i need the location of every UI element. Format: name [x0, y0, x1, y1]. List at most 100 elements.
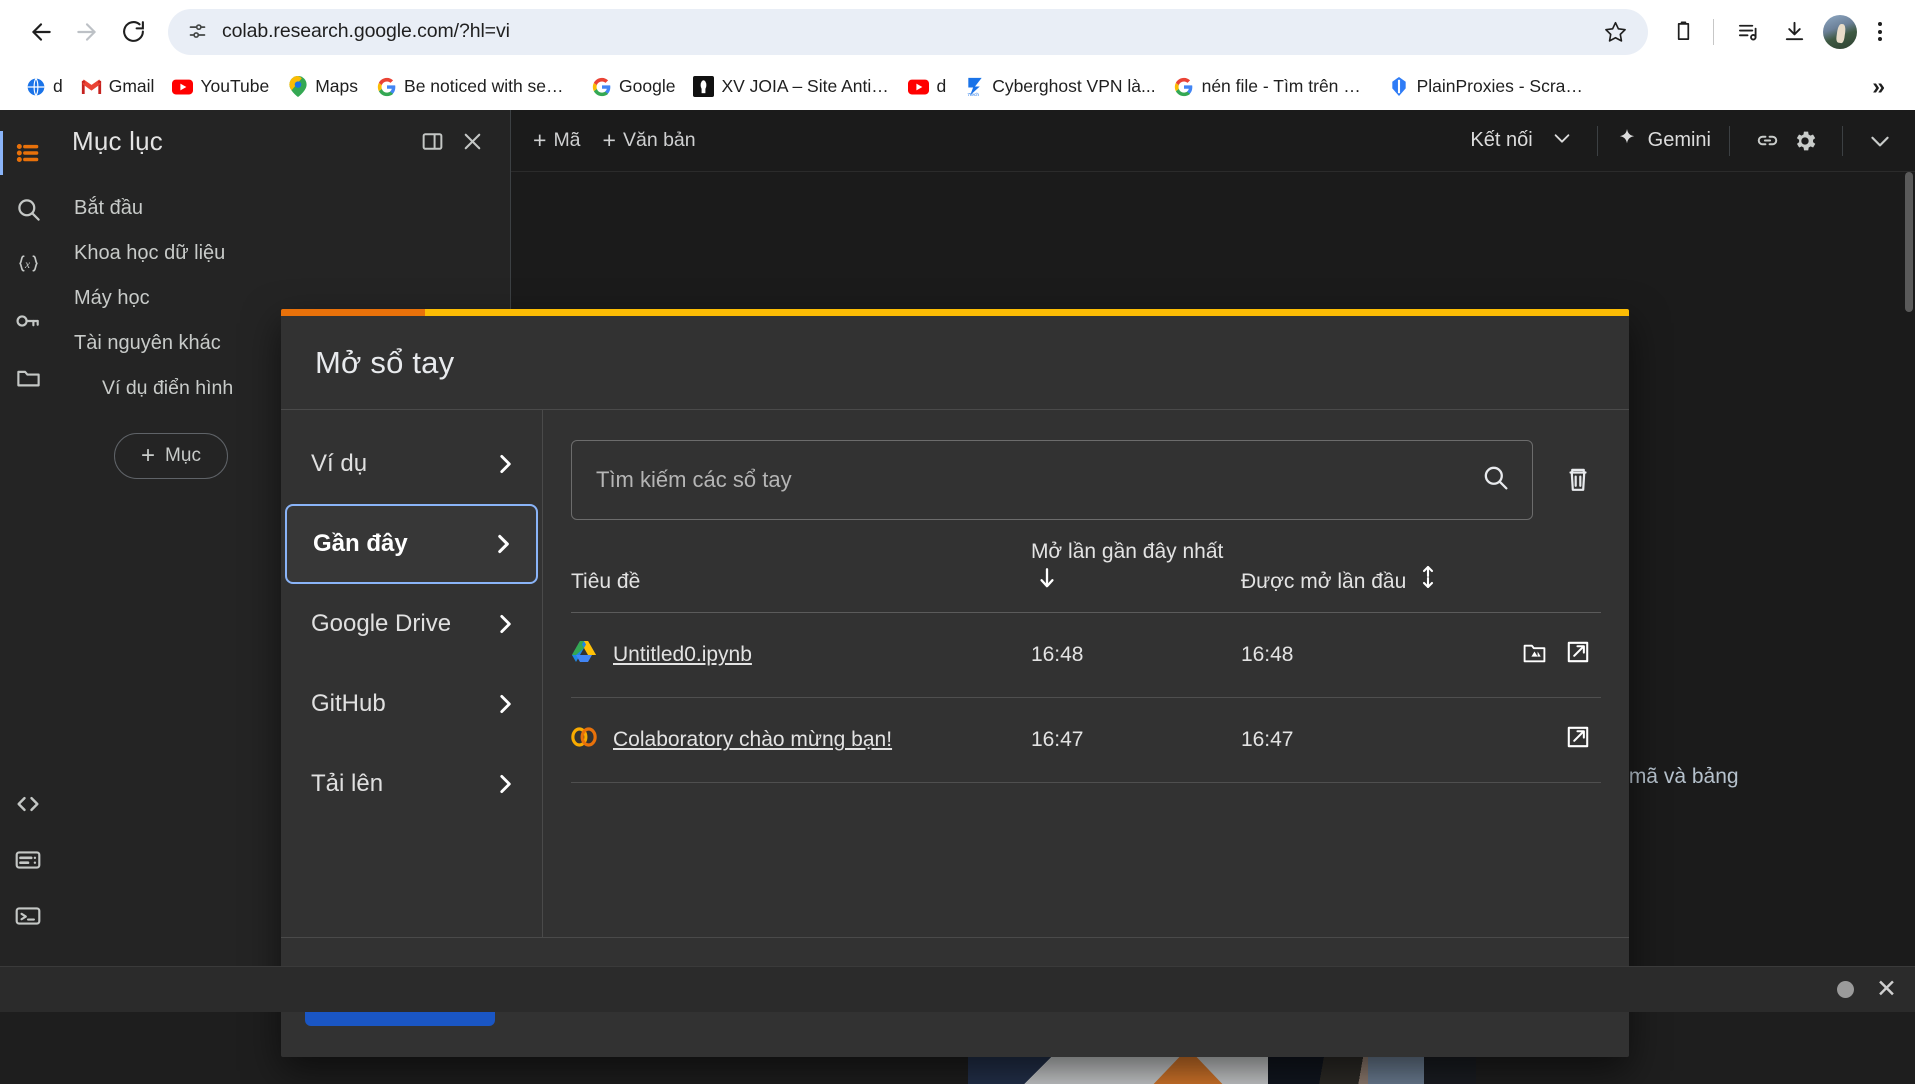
back-button[interactable] [18, 9, 64, 55]
code-snippets-icon[interactable] [0, 776, 56, 832]
bookmark-item[interactable]: XV JOIA – Site Antigo [684, 71, 899, 102]
url-text[interactable]: colab.research.google.com/?hl=vi [222, 20, 1598, 43]
table-head: Tiêu đề Mở lần gần đây nhất Được mở lần … [571, 530, 1601, 614]
media-list-icon[interactable] [1727, 9, 1769, 55]
search-input[interactable]: Tìm kiếm các sổ tay [571, 440, 1533, 520]
gear-icon[interactable] [1786, 122, 1824, 160]
terminal-icon[interactable] [0, 888, 56, 944]
nav-label: Ví dụ [311, 450, 368, 477]
nav-item-tai-len[interactable]: Tải lên [285, 744, 538, 824]
bookmark-item[interactable]: Be noticed with sear... [367, 71, 582, 102]
column-header-first-opened[interactable]: Được mở lần đầu [1240, 530, 1451, 614]
cell-title: Colaboratory chào mừng bạn! [571, 697, 1031, 784]
connect-button[interactable]: Kết nối [1470, 127, 1578, 155]
dark-square-icon [693, 76, 715, 97]
open-new-tab-icon[interactable] [1565, 724, 1591, 756]
drive-folder-icon[interactable] [1522, 641, 1547, 670]
nav-item-google-drive[interactable]: Google Drive [285, 584, 538, 664]
plus-icon: + [533, 127, 547, 153]
command-palette-icon[interactable] [0, 832, 56, 888]
table-header-row: Tiêu đề Mở lần gần đây nhất Được mở lần … [571, 530, 1601, 614]
add-section-button[interactable]: + Mục [114, 433, 228, 479]
maps-icon [287, 76, 308, 97]
bookmark-label: d [936, 76, 947, 96]
open-new-tab-icon[interactable] [1565, 639, 1591, 671]
add-code-label: Mã [553, 129, 581, 151]
column-header-first-opened-label: Được mở lần đầu [1240, 570, 1407, 593]
close-panel-icon[interactable] [452, 121, 492, 161]
connect-label: Kết nối [1470, 129, 1533, 151]
youtube-icon [172, 76, 194, 97]
link-icon[interactable] [1748, 122, 1786, 160]
scrollbar-thumb[interactable] [1905, 172, 1913, 312]
search-icon[interactable] [0, 181, 56, 237]
bookmark-item[interactable]: PlainProxies - Scrapi... [1380, 71, 1595, 102]
gemini-button[interactable]: Gemini [1616, 127, 1711, 155]
table-of-contents-icon[interactable] [0, 125, 56, 181]
reload-button[interactable] [110, 9, 156, 55]
svg-text:x: x [23, 259, 29, 271]
secrets-key-icon[interactable] [0, 293, 56, 349]
plus-icon: + [141, 442, 156, 469]
google-drive-icon [571, 640, 597, 670]
gmail-icon [81, 76, 102, 97]
profile-avatar[interactable] [1823, 14, 1857, 49]
gemini-label: Gemini [1647, 129, 1711, 151]
variables-icon[interactable]: x [0, 237, 56, 293]
bookmark-item[interactable]: Maps [278, 71, 367, 102]
table-row[interactable]: Untitled0.ipynb 16:48 16:48 [571, 612, 1601, 699]
chevron-down-icon[interactable] [1861, 122, 1899, 160]
bookmark-label: PlainProxies - Scrapi... [1416, 76, 1586, 96]
add-text-cell-button[interactable]: + Văn bản [603, 129, 696, 152]
bookmarks-bar: d Gmail YouTube Maps Be noticed with sea [0, 63, 1915, 110]
column-header-title[interactable]: Tiêu đề [571, 530, 1031, 614]
toc-item-bat-dau[interactable]: Bắt đầu [56, 186, 510, 231]
chrome-menu-button[interactable] [1863, 12, 1897, 52]
bookmark-item[interactable]: nén file - Tìm trên G... [1165, 71, 1380, 102]
bookmarks-overflow-button[interactable]: » [1858, 73, 1899, 100]
dialog-header: Mở sổ tay [281, 316, 1629, 410]
forward-button[interactable] [64, 9, 110, 55]
site-settings-icon[interactable] [182, 17, 212, 47]
files-folder-icon[interactable] [0, 349, 56, 405]
nav-item-vi-du[interactable]: Ví dụ [285, 424, 538, 504]
nav-item-gan-day[interactable]: Gần đây [285, 504, 538, 584]
bookmark-item[interactable]: Gmail [72, 71, 164, 102]
search-icon[interactable] [1481, 463, 1510, 497]
address-bar[interactable]: colab.research.google.com/?hl=vi [168, 8, 1648, 55]
nav-item-github[interactable]: GitHub [285, 664, 538, 744]
table-body: Untitled0.ipynb 16:48 16:48 Colaboratory… [571, 612, 1601, 784]
toc-item-khoa-hoc-du-lieu[interactable]: Khoa học dữ liệu [56, 231, 510, 276]
search-row: Tìm kiếm các sổ tay [571, 440, 1601, 520]
svg-text:7tech: 7tech [967, 92, 979, 97]
bookmark-item[interactable]: YouTube [163, 71, 278, 102]
nav-label: Tải lên [311, 770, 384, 797]
recent-notebooks-table: Tiêu đề Mở lần gần đây nhất Được mở lần … [571, 530, 1601, 784]
sort-descending-icon [1037, 566, 1057, 596]
vertical-scrollbar[interactable] [1903, 172, 1915, 966]
bookmark-item[interactable]: Google [582, 71, 684, 102]
add-text-label: Văn bản [622, 129, 696, 151]
extensions-icon[interactable] [1662, 9, 1704, 55]
notebook-link[interactable]: Untitled0.ipynb [613, 643, 752, 667]
delete-icon[interactable] [1555, 454, 1601, 506]
panel-layout-icon[interactable] [412, 121, 452, 161]
bookmark-star-icon[interactable] [1598, 15, 1632, 49]
chrome-divider [1713, 18, 1714, 45]
toolbar-divider [1842, 125, 1843, 156]
downloads-icon[interactable] [1773, 9, 1815, 55]
omnibox-row: colab.research.google.com/?hl=vi [0, 0, 1915, 63]
browser-chrome: colab.research.google.com/?hl=vi d Gmail… [0, 0, 1915, 110]
bookmark-item[interactable]: d [16, 71, 72, 102]
table-row[interactable]: Colaboratory chào mừng bạn! 16:47 16:47 [571, 697, 1601, 784]
close-icon[interactable]: ✕ [1876, 977, 1897, 1002]
bookmark-item[interactable]: d [899, 71, 955, 102]
add-code-cell-button[interactable]: + Mã [533, 129, 581, 152]
globe-icon [25, 76, 46, 97]
column-header-last-opened[interactable]: Mở lần gần đây nhất [1030, 530, 1241, 614]
google-icon [376, 76, 397, 97]
notebook-link[interactable]: Colaboratory chào mừng bạn! [613, 728, 892, 752]
google-icon [591, 76, 612, 97]
cell-title: Untitled0.ipynb [571, 612, 1031, 699]
bookmark-item[interactable]: 7tech Cyberghost VPN là... [955, 71, 1164, 102]
